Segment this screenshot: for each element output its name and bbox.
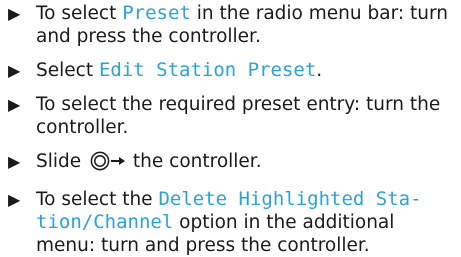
menu-keyword: tion/Channel bbox=[36, 211, 174, 233]
step-item: ▶ Slide the controller. bbox=[6, 150, 458, 177]
triangle-right-bullet-icon: ▶ bbox=[8, 152, 21, 171]
controller-slide-right-icon bbox=[90, 151, 126, 177]
step-item: ▶ To select Preset in the radio menu bar… bbox=[6, 2, 458, 48]
menu-keyword: Delete Highlighted Sta- bbox=[158, 188, 422, 210]
step-text: the controller. bbox=[127, 151, 262, 172]
step-text: Select bbox=[36, 60, 99, 81]
triangle-right-bullet-icon: ▶ bbox=[8, 95, 21, 114]
step-item: ▶ Select Edit Station Preset. bbox=[6, 59, 458, 82]
step-text: To select bbox=[36, 3, 123, 24]
step-item: ▶ To select the Delete Highlighted Sta-t… bbox=[6, 188, 458, 257]
menu-keyword: Edit Station Preset bbox=[98, 59, 317, 81]
triangle-right-bullet-icon: ▶ bbox=[8, 190, 21, 209]
step-text: Slide bbox=[36, 151, 88, 172]
step-text: To select the required preset entry: tur… bbox=[36, 94, 441, 138]
step-item: ▶ To select the required preset entry: t… bbox=[6, 93, 458, 139]
triangle-right-bullet-icon: ▶ bbox=[8, 4, 21, 23]
step-text: To select the bbox=[36, 189, 159, 210]
instruction-steps: ▶ To select Preset in the radio menu bar… bbox=[6, 2, 458, 257]
step-text: . bbox=[316, 60, 323, 81]
triangle-right-bullet-icon: ▶ bbox=[8, 61, 21, 80]
menu-keyword: Preset bbox=[122, 2, 191, 24]
